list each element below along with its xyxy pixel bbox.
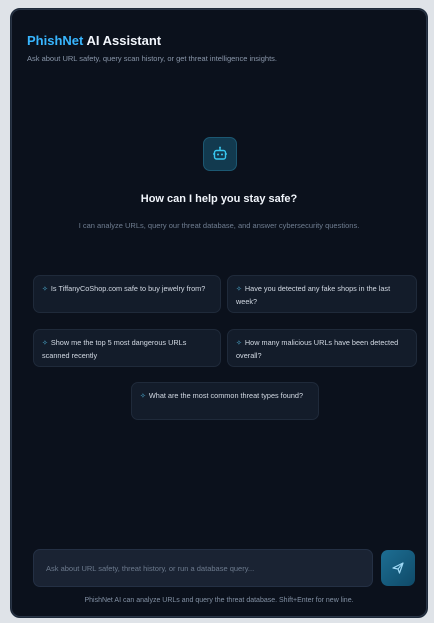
sparkle-icon: ✧ [236,340,242,347]
bot-icon [203,137,237,171]
sparkle-icon: ✧ [236,286,242,293]
hero-title: How can I help you stay safe? [140,193,298,205]
suggestion-text: Is TiffanyCoShop.com safe to buy jewelry… [50,284,206,293]
hero-subtitle: I can analyze URLs, query our threat dat… [78,221,360,230]
suggestion-card[interactable]: ✧ Have you detected any fake shops in the… [227,275,417,313]
sparkle-icon: ✧ [140,393,146,400]
suggestion-text: Show me the top 5 most dangerous URLs sc… [42,338,187,360]
bot-icon-glyph [213,146,227,160]
chat-input-box[interactable] [33,549,373,587]
suggestion-text: Have you detected any fake shops in the … [236,284,391,306]
page-title: PhishNet AI Assistant [27,33,411,48]
assistant-panel: PhishNet AI Assistant Ask about URL safe… [10,8,428,618]
sparkle-icon: ✧ [42,340,48,347]
suggestion-card[interactable]: ✧ Is TiffanyCoShop.com safe to buy jewelr… [33,275,221,313]
footer-note: PhishNet AI can analyze URLs and query t… [84,597,354,604]
chat-input[interactable] [44,562,362,574]
panel-header: PhishNet AI Assistant Ask about URL safe… [27,33,411,63]
brand-name: PhishNet [27,33,84,48]
sparkle-icon: ✧ [42,286,48,293]
suggestion-card[interactable]: ✧ Show me the top 5 most dangerous URLs s… [33,329,221,367]
send-icon [392,562,404,574]
suggestion-text: What are the most common threat types fo… [148,391,303,400]
suggestion-text: How many malicious URLs have been detect… [236,338,399,360]
suggestion-card[interactable]: ✧ What are the most common threat types f… [131,382,319,420]
send-button[interactable] [381,550,415,586]
page-subtitle: Ask about URL safety, query scan history… [27,54,277,63]
suggestion-card[interactable]: ✧ How many malicious URLs have been detec… [227,329,417,367]
title-suffix: AI Assistant [83,33,162,48]
